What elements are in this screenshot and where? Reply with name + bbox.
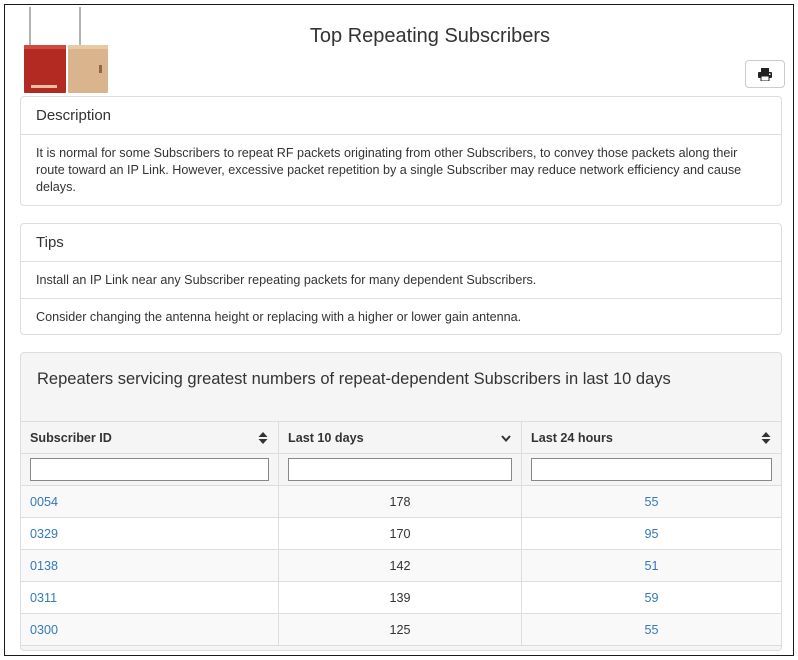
column-label: Last 24 hours bbox=[531, 430, 613, 445]
subscriber-id-link[interactable]: 0329 bbox=[21, 518, 279, 549]
last-24-hours-link[interactable]: 55 bbox=[522, 614, 781, 645]
last-10-days-value: 139 bbox=[279, 582, 522, 613]
subscriber-id-link[interactable]: 0054 bbox=[21, 486, 279, 517]
subscriber-id-link[interactable]: 0138 bbox=[21, 550, 279, 581]
table-title: Repeaters servicing greatest numbers of … bbox=[37, 370, 671, 388]
table-filter-row bbox=[21, 454, 781, 486]
last-24-hours-link[interactable]: 95 bbox=[522, 518, 781, 549]
table-row: 0054 178 55 bbox=[21, 486, 781, 518]
column-header-last-24-hours[interactable]: Last 24 hours bbox=[522, 422, 781, 453]
repeaters-table-panel: Repeaters servicing greatest numbers of … bbox=[20, 352, 782, 651]
column-header-subscriber-id[interactable]: Subscriber ID bbox=[21, 422, 279, 453]
last-24-hours-link[interactable]: 51 bbox=[522, 550, 781, 581]
table-body: 0054 178 55 0329 170 95 0138 142 51 0311… bbox=[21, 486, 781, 646]
subscriber-id-link[interactable]: 0300 bbox=[21, 614, 279, 645]
column-header-last-10-days[interactable]: Last 10 days bbox=[279, 422, 522, 453]
table-header-row: Subscriber ID Last 10 days Last 24 hours bbox=[21, 422, 781, 454]
description-heading: Description bbox=[21, 97, 781, 135]
last-10-days-value: 142 bbox=[279, 550, 522, 581]
filter-cell bbox=[279, 454, 522, 485]
sort-both-icon bbox=[258, 432, 268, 444]
print-icon bbox=[758, 67, 772, 81]
page-title: Top Repeating Subscribers bbox=[309, 25, 551, 47]
table-row: 0138 142 51 bbox=[21, 550, 781, 582]
table-row: 0300 125 55 bbox=[21, 614, 781, 646]
table-row: 0329 170 95 bbox=[21, 518, 781, 550]
filter-cell bbox=[21, 454, 279, 485]
tip-item: Consider changing the antenna height or … bbox=[21, 298, 781, 334]
description-panel: Description It is normal for some Subscr… bbox=[20, 96, 782, 206]
tips-panel: Tips Install an IP Link near any Subscri… bbox=[20, 223, 782, 335]
subscriber-devices-image bbox=[24, 7, 108, 93]
table-row: 0311 139 59 bbox=[21, 582, 781, 614]
repeaters-table: Subscriber ID Last 10 days Last 24 hours bbox=[21, 421, 781, 646]
description-text: It is normal for some Subscribers to rep… bbox=[36, 146, 742, 194]
column-label: Subscriber ID bbox=[30, 430, 112, 445]
print-button[interactable] bbox=[745, 60, 785, 88]
last-24-hours-filter-input[interactable] bbox=[531, 458, 772, 481]
column-label: Last 10 days bbox=[288, 430, 364, 445]
report-frame: Top Repeating Subscribers Description It… bbox=[4, 4, 794, 656]
tips-heading: Tips bbox=[21, 224, 781, 262]
sort-desc-icon bbox=[501, 435, 511, 443]
last-10-days-value: 125 bbox=[279, 614, 522, 645]
last-24-hours-link[interactable]: 55 bbox=[522, 486, 781, 517]
subscriber-id-filter-input[interactable] bbox=[30, 458, 269, 481]
last-24-hours-link[interactable]: 59 bbox=[522, 582, 781, 613]
subscriber-id-link[interactable]: 0311 bbox=[21, 582, 279, 613]
last-10-days-filter-input[interactable] bbox=[288, 458, 512, 481]
last-10-days-value: 170 bbox=[279, 518, 522, 549]
filter-cell bbox=[522, 454, 781, 485]
tip-item: Install an IP Link near any Subscriber r… bbox=[36, 273, 537, 287]
last-10-days-value: 178 bbox=[279, 486, 522, 517]
sort-both-icon bbox=[761, 432, 771, 444]
